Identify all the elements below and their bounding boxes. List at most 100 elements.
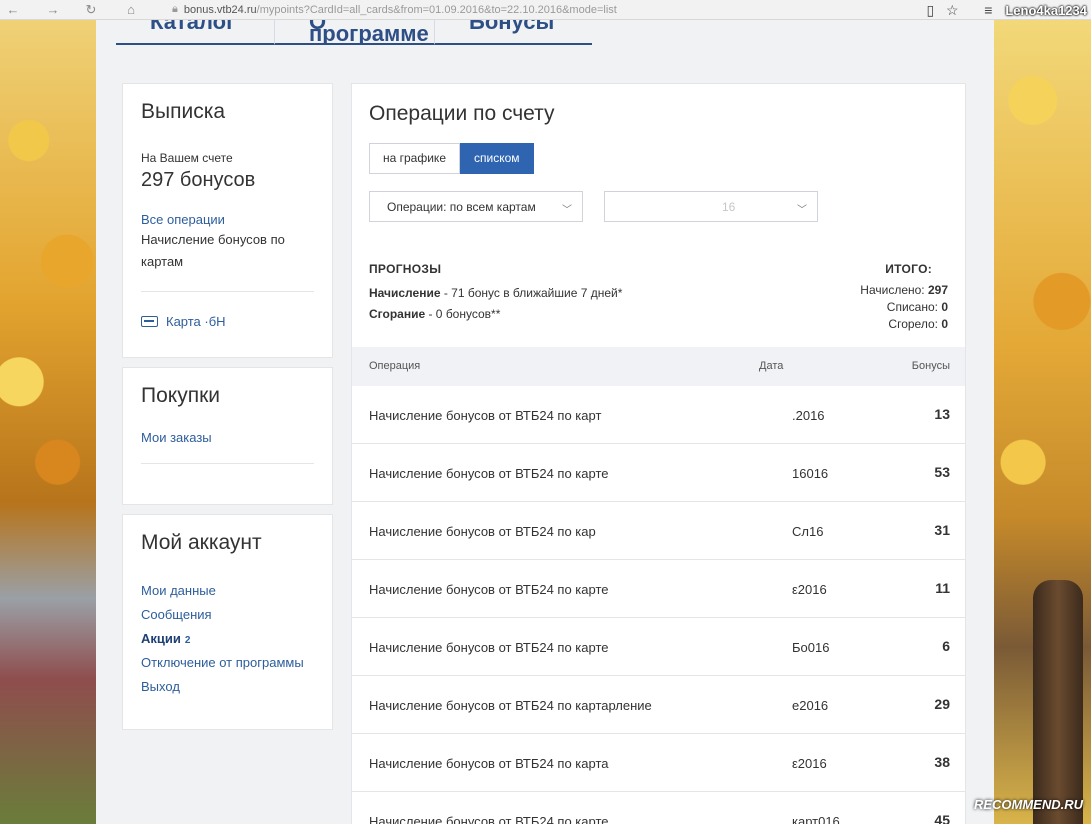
date-filter-value: 16: [722, 199, 736, 214]
address-bar[interactable]: 🔒︎ bonus.vtb24.ru/mypoints?CardId=all_ca…: [172, 3, 617, 16]
nav-about-program[interactable]: О программе: [274, 20, 434, 45]
view-chart-button[interactable]: на графике: [369, 143, 460, 174]
view-list-button[interactable]: списком: [460, 143, 534, 174]
bonus-cell: 31: [934, 522, 950, 538]
balance-label: На Вашем счете: [141, 151, 233, 165]
forecast-burn-text: - 0 бонусов**: [425, 307, 501, 321]
chevron-down-icon: ﹀: [562, 205, 572, 216]
accrued-value: 297: [927, 283, 948, 297]
operation-cell: Начисление бонусов от ВТБ24 по карта: [369, 756, 609, 771]
card-filter-select[interactable]: Операции: по всем картам ﹀: [369, 191, 583, 222]
purchases-card: Покупки Мои заказы: [122, 367, 333, 505]
totals-title: ИТОГО:: [885, 262, 932, 276]
background-left: [0, 20, 96, 824]
home-icon[interactable]: ⌂: [120, 2, 142, 17]
forecast-block: ПРОГНОЗЫ Начисление - 71 бонус в ближайш…: [369, 262, 622, 321]
promos-link[interactable]: Акции 2: [141, 631, 314, 646]
operation-cell: Начисление бонусов от ВТБ24 по карт: [369, 408, 602, 423]
forecast-burn-label: Сгорание: [369, 307, 426, 321]
unsubscribe-link[interactable]: Отключение от программы: [141, 655, 314, 670]
forecast-title: ПРОГНОЗЫ: [369, 262, 442, 276]
date-cell: Сл16: [792, 524, 824, 539]
forecast-accrual-text: - 71 бонус в ближайшие 7 дней*: [440, 286, 623, 300]
column-date: Дата: [759, 360, 784, 372]
messages-link[interactable]: Сообщения: [141, 607, 314, 622]
all-operations-link[interactable]: Все операции: [141, 212, 314, 227]
page-content: Каталог О программе Бонусы Выписка На Ва…: [96, 20, 994, 824]
credit-card-icon: [141, 316, 158, 327]
burned-label: Сгорело:: [888, 317, 942, 331]
divider: [141, 463, 314, 464]
bonus-cell: 45: [934, 812, 950, 824]
my-data-link[interactable]: Мои данные: [141, 583, 314, 598]
card-link-label: Карта ·бН: [166, 314, 226, 329]
date-cell: e2016: [792, 698, 829, 713]
table-row[interactable]: Начисление бонусов от ВТБ24 по карте 160…: [352, 444, 965, 502]
statement-title: Выписка: [141, 100, 226, 123]
purchases-title: Покупки: [141, 384, 220, 407]
table-row[interactable]: Начисление бонусов от ВТБ24 по карт .201…: [352, 386, 965, 444]
watermark: RECOMMEND.RU: [973, 797, 1083, 812]
table-row[interactable]: Начисление бонусов от ВТБ24 по карте ε20…: [352, 560, 965, 618]
promos-label: Акции: [141, 631, 181, 646]
reading-view-icon[interactable]: ▯: [919, 2, 941, 19]
bonus-cell: 6: [942, 638, 950, 654]
nav-bonuses[interactable]: Бонусы: [434, 20, 592, 45]
chevron-down-icon: ﹀: [797, 205, 807, 216]
accrued-label: Начислено:: [860, 283, 928, 297]
burned-value: 0: [941, 317, 948, 331]
operations-card: Операции по счету на графике списком Опе…: [351, 83, 966, 824]
my-orders-link[interactable]: Мои заказы: [141, 430, 314, 445]
view-toggle: на графике списком: [369, 143, 534, 174]
lock-icon: 🔒︎: [172, 3, 178, 15]
tree-trunk: [1033, 580, 1083, 824]
account-card: Мой аккаунт Мои данные Сообщения Акции 2 …: [122, 514, 333, 730]
forecast-accrual-label: Начисление: [369, 286, 441, 300]
debited-label: Списано:: [886, 300, 942, 314]
favorite-star-icon[interactable]: ☆: [941, 2, 963, 19]
date-cell: ε2016: [792, 582, 827, 597]
date-cell: Бо016: [792, 640, 830, 655]
bonus-cell: 29: [934, 696, 950, 712]
table-row[interactable]: Начисление бонусов от ВТБ24 по карте Бо0…: [352, 618, 965, 676]
operation-cell: Начисление бонусов от ВТБ24 по кар: [369, 524, 596, 539]
operation-cell: Начисление бонусов от ВТБ24 по картарлен…: [369, 698, 652, 713]
date-cell: .2016: [792, 408, 825, 423]
back-icon[interactable]: ←: [2, 2, 24, 17]
browser-toolbar: ← → ↻ ⌂ 🔒︎ bonus.vtb24.ru/mypoints?CardI…: [0, 0, 1091, 20]
operation-cell: Начисление бонусов от ВТБ24 по карте: [369, 814, 609, 824]
nav-catalog[interactable]: Каталог: [116, 20, 274, 45]
operation-cell: Начисление бонусов от ВТБ24 по карте: [369, 640, 609, 655]
date-cell: карт016: [792, 814, 840, 824]
promos-count-badge: 2: [184, 635, 191, 646]
table-row[interactable]: Начисление бонусов от ВТБ24 по кар Сл16 …: [352, 502, 965, 560]
refresh-icon[interactable]: ↻: [80, 2, 102, 18]
column-operation: Операция: [369, 360, 421, 372]
card-link[interactable]: Карта ·бН: [141, 314, 314, 329]
operations-table: Начисление бонусов от ВТБ24 по карт .201…: [352, 386, 965, 824]
operations-title: Операции по счету: [369, 102, 555, 125]
totals-block: ИТОГО: Начислено: 297 Списано: 0 Сгорело…: [860, 262, 948, 331]
operation-cell: Начисление бонусов от ВТБ24 по карте: [369, 466, 609, 481]
bonus-cell: 11: [935, 580, 950, 596]
table-header: Операция Дата Бонусы: [352, 347, 965, 386]
user-name: Leno4ka1234: [1005, 2, 1087, 18]
forward-icon[interactable]: →: [42, 2, 64, 17]
background-right: [994, 20, 1091, 824]
date-filter-select[interactable]: 16 ﹀: [604, 191, 818, 222]
table-row[interactable]: Начисление бонусов от ВТБ24 по картарлен…: [352, 676, 965, 734]
operation-cell: Начисление бонусов от ВТБ24 по карте: [369, 582, 609, 597]
table-row[interactable]: Начисление бонусов от ВТБ24 по карте кар…: [352, 792, 965, 824]
url-path: /mypoints?CardId=all_cards&from=01.09.20…: [256, 3, 617, 16]
logout-link[interactable]: Выход: [141, 679, 314, 694]
url-domain: bonus.vtb24.ru: [183, 3, 257, 16]
card-filter-value: Операции: по всем картам: [387, 199, 536, 214]
table-row[interactable]: Начисление бонусов от ВТБ24 по карта ε20…: [352, 734, 965, 792]
bonus-cell: 53: [934, 464, 950, 480]
column-bonuses: Бонусы: [911, 360, 950, 372]
date-cell: 16016: [792, 466, 829, 481]
date-cell: ε2016: [792, 756, 827, 771]
bonus-cell: 13: [934, 406, 950, 422]
menu-icon[interactable]: ≡: [977, 2, 999, 18]
balance-value: 297 бонусов: [141, 169, 256, 191]
